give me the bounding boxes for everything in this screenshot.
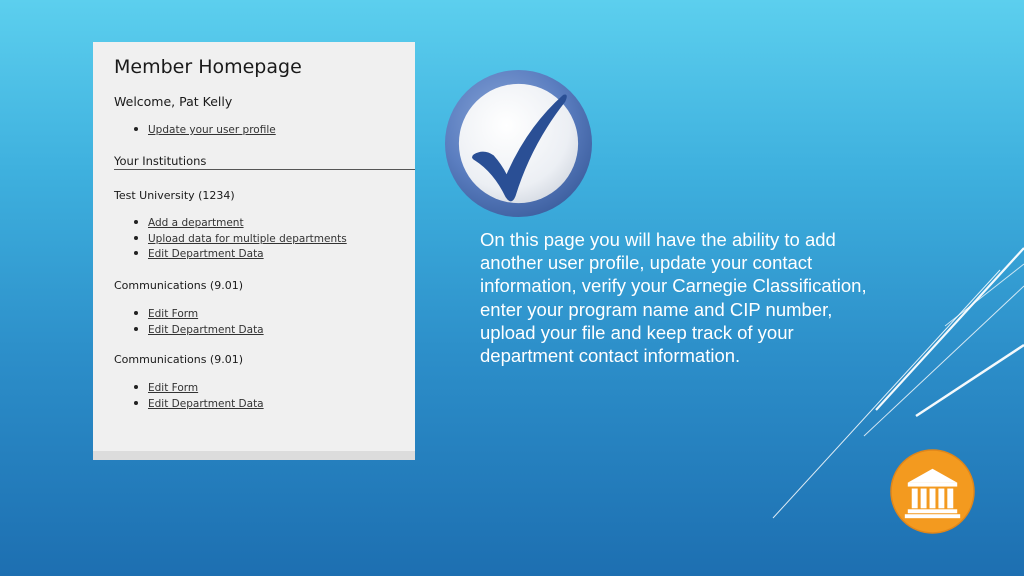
institution-title: Test University (1234) [114, 189, 235, 202]
slide-description: On this page you will have the ability t… [480, 229, 867, 367]
bullet [134, 251, 138, 255]
bullet [134, 326, 138, 331]
list-item: Edit Department Data [133, 321, 264, 337]
program-title: Communications (9.01) [114, 279, 244, 292]
bullet [134, 235, 138, 240]
edit-department-data-link[interactable]: Edit Department Data [148, 324, 264, 336]
bullet [134, 220, 138, 224]
program-title: Communications (9.01) [114, 353, 244, 366]
checkmark-icon [444, 69, 593, 218]
institutions-heading: Your Institutions [114, 154, 207, 168]
upload-data-link[interactable]: Upload data for multiple departments [148, 233, 347, 245]
profile-links: Update your user profile [133, 121, 276, 137]
list-item: Edit Department Data [133, 245, 347, 261]
edit-department-data-link[interactable]: Edit Department Data [148, 398, 264, 410]
program-links: Edit Form Edit Department Data [133, 379, 264, 410]
edit-form-link[interactable]: Edit Form [148, 308, 198, 320]
edit-department-data-link[interactable]: Edit Department Data [148, 248, 264, 260]
add-department-link[interactable]: Add a department [148, 217, 244, 229]
list-item: Upload data for multiple departments [133, 230, 347, 246]
institution-building-icon [890, 449, 975, 534]
list-item: Update your user profile [133, 121, 276, 137]
list-item: Edit Form [133, 305, 264, 321]
page-title: Member Homepage [114, 56, 302, 78]
institution-links: Add a department Upload data for multipl… [133, 214, 347, 261]
bullet [134, 311, 138, 315]
screenshot-bottom-bar [93, 451, 415, 460]
section-divider [114, 169, 415, 170]
bullet [134, 400, 138, 405]
edit-form-link[interactable]: Edit Form [148, 382, 198, 394]
welcome-message: Welcome, Pat Kelly [114, 94, 233, 109]
bullet [134, 127, 138, 131]
bullet [134, 385, 138, 389]
screenshot-content: Member Homepage Welcome, Pat Kelly Updat… [93, 42, 415, 451]
update-profile-link[interactable]: Update your user profile [148, 124, 276, 136]
list-item: Edit Department Data [133, 395, 264, 411]
program-links: Edit Form Edit Department Data [133, 305, 264, 336]
list-item: Edit Form [133, 379, 264, 395]
list-item: Add a department [133, 214, 347, 230]
member-homepage-screenshot: Member Homepage Welcome, Pat Kelly Updat… [93, 42, 415, 460]
